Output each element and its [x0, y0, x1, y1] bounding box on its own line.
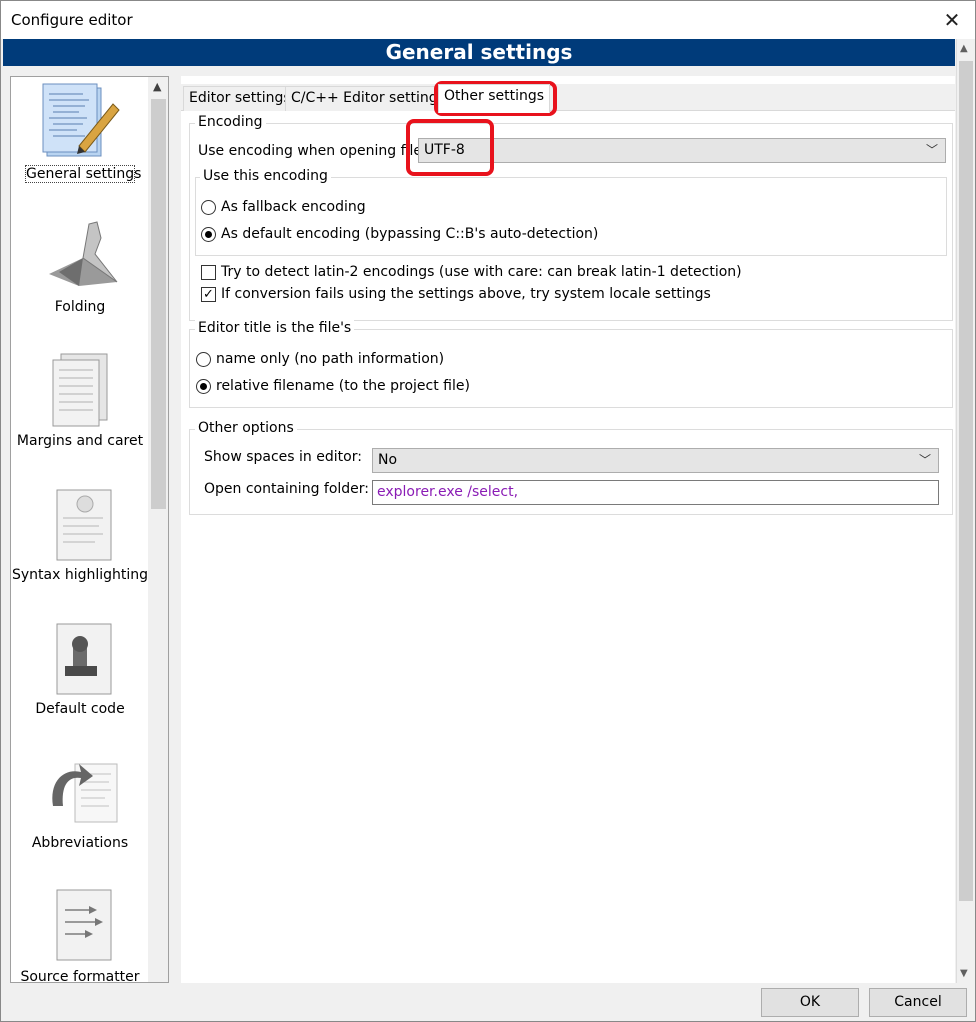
latin2-label[interactable]: Try to detect latin-2 encodings (use wit…: [221, 264, 742, 280]
category-syntax-highlighting[interactable]: Syntax highlighting: [11, 479, 149, 613]
category-label: General settings: [25, 165, 142, 183]
scroll-up-icon[interactable]: ▲: [960, 43, 968, 54]
tab-editor-settings[interactable]: Editor settings: [183, 86, 297, 111]
tab-other-settings[interactable]: Other settings: [438, 84, 551, 113]
scroll-down-icon[interactable]: ▼: [960, 968, 968, 979]
relative-filename-radio[interactable]: [196, 379, 211, 394]
tab-cpp-editor-settings[interactable]: C/C++ Editor settings: [285, 86, 451, 111]
settings-panel: Editor settings C/C++ Editor settings Ot…: [181, 76, 955, 983]
relative-filename-label[interactable]: relative filename (to the project file): [216, 378, 470, 394]
category-abbreviations[interactable]: Abbreviations: [11, 747, 149, 881]
system-locale-label[interactable]: If conversion fails using the settings a…: [221, 286, 711, 302]
use-this-encoding-title: Use this encoding: [200, 168, 331, 184]
syntax-highlighting-icon: [56, 489, 112, 561]
category-label: Source formatter: [20, 969, 140, 983]
source-formatter-icon: [56, 889, 112, 961]
category-label: Margins and caret: [16, 433, 144, 449]
chevron-down-icon: ﹀: [918, 453, 931, 467]
folding-icon: [49, 221, 118, 286]
name-only-label[interactable]: name only (no path information): [216, 351, 444, 367]
editor-title-group: [189, 329, 953, 408]
tab-bar: Editor settings C/C++ Editor settings Ot…: [181, 84, 955, 113]
system-locale-checkbox[interactable]: ✓: [201, 287, 216, 302]
general-settings-icon: [42, 83, 120, 157]
category-label: Syntax highlighting: [11, 567, 149, 583]
scrollbar-thumb[interactable]: [151, 99, 166, 509]
other-options-group-title: Other options: [195, 420, 297, 436]
scroll-up-icon[interactable]: ▲: [153, 80, 161, 93]
category-list: General settings Folding Margins and car…: [10, 76, 169, 983]
category-default-code[interactable]: Default code: [11, 613, 149, 747]
open-folder-input[interactable]: explorer.exe /select,: [372, 480, 939, 505]
chevron-down-icon: ﹀: [925, 143, 938, 157]
category-folding[interactable]: Folding: [11, 211, 149, 345]
fallback-encoding-label[interactable]: As fallback encoding: [221, 199, 366, 215]
editor-title-group-title: Editor title is the file's: [195, 320, 355, 336]
default-encoding-radio[interactable]: [201, 227, 216, 242]
show-spaces-select[interactable]: No ﹀: [372, 448, 939, 473]
window-title: Configure editor: [11, 11, 133, 29]
default-encoding-label[interactable]: As default encoding (bypassing C::B's au…: [221, 226, 598, 242]
category-label: Folding: [54, 299, 106, 315]
encoding-label: Use encoding when opening files: [198, 143, 430, 159]
cancel-button[interactable]: Cancel: [869, 988, 967, 1017]
scrollbar-thumb[interactable]: [959, 61, 973, 901]
encoding-group-title: Encoding: [195, 114, 266, 130]
default-code-icon: [56, 623, 112, 695]
section-banner: General settings: [3, 39, 955, 66]
use-this-encoding-group: [195, 177, 947, 256]
category-scrollbar[interactable]: ▲: [148, 77, 168, 982]
category-label: Abbreviations: [31, 835, 129, 851]
open-folder-label: Open containing folder:: [204, 481, 370, 497]
other-settings-page: Encoding Use encoding when opening files…: [181, 111, 955, 983]
title-bar: Configure editor ✕: [1, 1, 975, 39]
fallback-encoding-radio[interactable]: [201, 200, 216, 215]
ok-button[interactable]: OK: [761, 988, 859, 1017]
encoding-value: UTF-8: [424, 142, 465, 158]
name-only-radio[interactable]: [196, 352, 211, 367]
category-source-formatter[interactable]: Source formatter: [11, 881, 149, 983]
category-margins-and-caret[interactable]: Margins and caret: [11, 345, 149, 479]
dialog-scrollbar[interactable]: ▲ ▼: [956, 39, 974, 983]
category-general-settings[interactable]: General settings: [11, 77, 149, 211]
abbreviations-icon: [52, 763, 118, 823]
show-spaces-label: Show spaces in editor:: [204, 449, 362, 465]
show-spaces-value: No: [378, 452, 398, 468]
latin2-checkbox[interactable]: [201, 265, 216, 280]
configure-editor-dialog: Configure editor ✕ General settings ▲ ▼: [0, 0, 976, 1022]
category-label: Default code: [35, 701, 125, 717]
close-icon[interactable]: ✕: [937, 7, 967, 33]
encoding-select[interactable]: UTF-8 ﹀: [418, 138, 946, 163]
margins-icon: [52, 353, 108, 427]
